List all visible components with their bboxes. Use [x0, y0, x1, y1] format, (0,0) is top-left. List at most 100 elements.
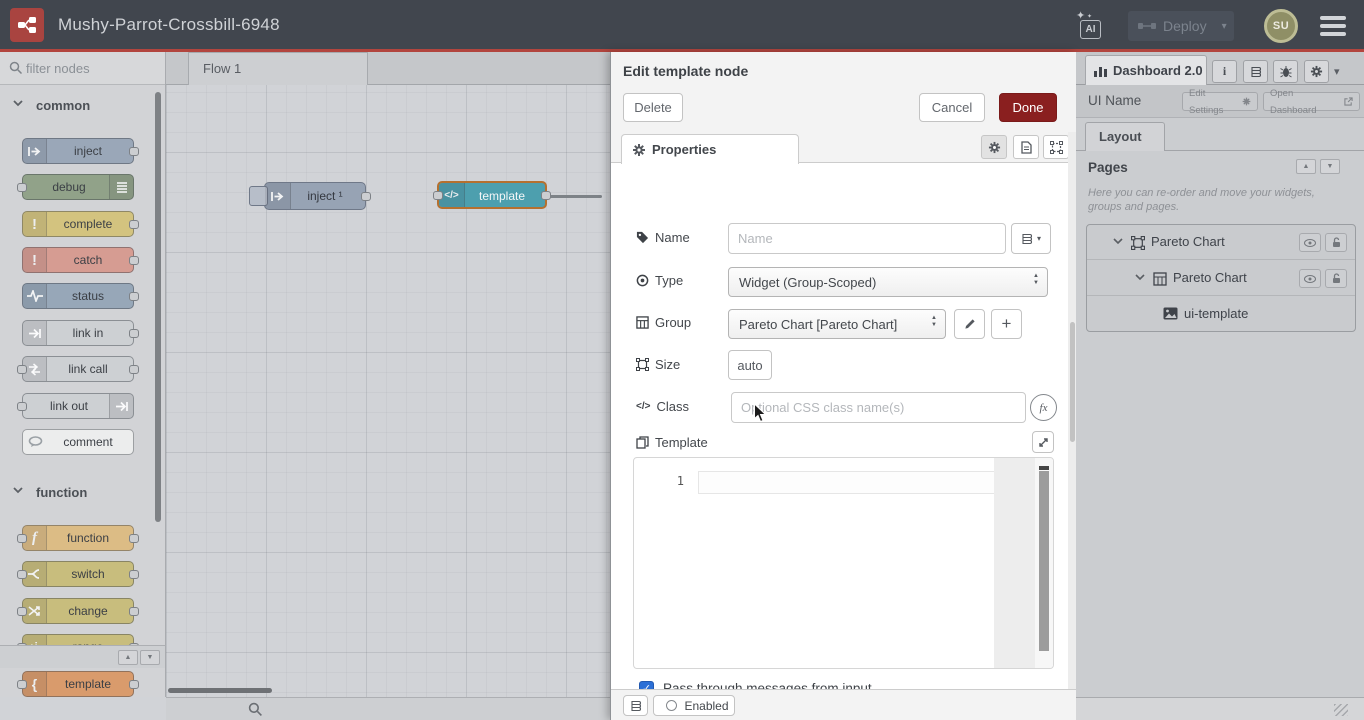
- appearance-view-button[interactable]: [1043, 135, 1069, 159]
- size-button[interactable]: auto: [728, 350, 772, 380]
- palette-node-function[interactable]: f function: [22, 525, 134, 551]
- edit-settings-button[interactable]: Edit Settings: [1182, 92, 1258, 111]
- output-port[interactable]: [129, 256, 139, 265]
- edit-group-button[interactable]: [954, 309, 985, 339]
- tree-row-widget[interactable]: ui-template: [1087, 297, 1355, 332]
- input-port[interactable]: [433, 191, 443, 200]
- output-port[interactable]: [129, 534, 139, 543]
- group-field-label: Group: [636, 315, 691, 330]
- info-tab-button[interactable]: i: [1212, 60, 1237, 83]
- canvas-node-ui-template[interactable]: </> template: [437, 181, 547, 209]
- config-tab-button[interactable]: [1304, 60, 1329, 83]
- expand-editor-button[interactable]: [1032, 431, 1054, 453]
- output-port[interactable]: [129, 329, 139, 338]
- name-input[interactable]: [728, 223, 1006, 254]
- label-options-button[interactable]: ▾: [1011, 223, 1051, 254]
- tab-flow-1[interactable]: Flow 1: [188, 52, 368, 85]
- expand-all-icon[interactable]: ▼: [140, 650, 160, 665]
- tab-properties[interactable]: Properties: [621, 134, 799, 164]
- palette-node-inject[interactable]: inject: [22, 138, 134, 164]
- tab-layout[interactable]: Layout: [1085, 122, 1165, 151]
- inject-icon: [265, 183, 291, 209]
- chevron-down-icon[interactable]: [1135, 274, 1145, 281]
- search-flows-icon[interactable]: [248, 702, 263, 717]
- output-port[interactable]: [129, 680, 139, 689]
- help-tab-button[interactable]: [1243, 60, 1268, 83]
- canvas-node-inject[interactable]: inject ¹: [264, 182, 366, 210]
- palette-node-comment[interactable]: comment: [22, 429, 134, 455]
- move-down-icon[interactable]: ▼: [1320, 159, 1340, 174]
- open-dashboard-button[interactable]: Open Dashboard: [1263, 92, 1360, 111]
- input-port[interactable]: [17, 402, 27, 411]
- lock-button[interactable]: [1325, 269, 1347, 288]
- visibility-button[interactable]: [1299, 233, 1321, 252]
- chevron-down-icon[interactable]: [1113, 238, 1123, 245]
- canvas-horizontal-scrollbar[interactable]: [168, 688, 272, 693]
- collapse-all-icon[interactable]: ▲: [118, 650, 138, 665]
- lock-button[interactable]: [1325, 233, 1347, 252]
- palette-node-catch[interactable]: ! catch: [22, 247, 134, 273]
- output-port[interactable]: [129, 570, 139, 579]
- tray-scrollbar-thumb[interactable]: [1070, 322, 1075, 442]
- palette-node-change[interactable]: change: [22, 598, 134, 624]
- resize-grip[interactable]: [1334, 704, 1348, 716]
- palette-category-function[interactable]: function: [0, 482, 160, 504]
- output-port[interactable]: [129, 147, 139, 156]
- visibility-button[interactable]: [1299, 269, 1321, 288]
- output-port[interactable]: [129, 220, 139, 229]
- flow-workspace[interactable]: inject ¹ </> template: [166, 52, 610, 697]
- palette-node-link-in[interactable]: link in: [22, 320, 134, 346]
- output-port[interactable]: [129, 292, 139, 301]
- delete-button[interactable]: Delete: [623, 93, 683, 122]
- input-port[interactable]: [17, 570, 27, 579]
- sidebar-menu-caret-icon[interactable]: ▾: [1334, 65, 1340, 78]
- output-port[interactable]: [541, 191, 551, 200]
- filter-nodes-input[interactable]: [26, 56, 158, 80]
- editor-scrollbar-thumb[interactable]: [1039, 471, 1049, 651]
- fx-button[interactable]: fx: [1030, 394, 1057, 421]
- add-group-button[interactable]: +: [991, 309, 1022, 339]
- input-port[interactable]: [17, 607, 27, 616]
- description-view-button[interactable]: [1013, 135, 1039, 159]
- palette-node-status[interactable]: status: [22, 283, 134, 309]
- type-select[interactable]: Widget (Group-Scoped) ▲▼: [728, 267, 1048, 297]
- main-menu-icon[interactable]: [1320, 15, 1346, 37]
- done-button[interactable]: Done: [999, 93, 1057, 122]
- enabled-toggle-button[interactable]: Enabled: [653, 695, 735, 716]
- gear-icon: [1310, 65, 1323, 78]
- external-link-icon: [1344, 97, 1353, 106]
- tree-row-page[interactable]: Pareto Chart: [1087, 225, 1355, 260]
- output-port[interactable]: [129, 365, 139, 374]
- palette-node-link-out[interactable]: link out: [22, 393, 134, 419]
- tree-row-group[interactable]: Pareto Chart: [1087, 261, 1355, 296]
- template-code-editor[interactable]: 1: [633, 457, 1054, 669]
- palette-node-debug[interactable]: debug: [22, 174, 134, 200]
- palette-scrollbar[interactable]: [155, 92, 161, 522]
- class-input[interactable]: [731, 392, 1026, 423]
- deploy-button[interactable]: Deploy ▾: [1128, 11, 1234, 41]
- palette-category-common[interactable]: common: [0, 95, 160, 117]
- palette-node-complete[interactable]: ! complete: [22, 211, 134, 237]
- palette-node-switch[interactable]: switch: [22, 561, 134, 587]
- input-port[interactable]: [17, 183, 27, 192]
- move-up-icon[interactable]: ▲: [1296, 159, 1316, 174]
- input-port[interactable]: [17, 680, 27, 689]
- docs-button[interactable]: [623, 695, 648, 716]
- palette-node-template[interactable]: { template: [22, 671, 134, 697]
- tab-dashboard-2[interactable]: Dashboard 2.0: [1085, 55, 1207, 85]
- editor-current-line[interactable]: [698, 471, 996, 494]
- ai-assistant-icon[interactable]: ✦ ✦ AI: [1076, 12, 1106, 42]
- input-port[interactable]: [17, 365, 27, 374]
- output-port[interactable]: [129, 607, 139, 616]
- cancel-button[interactable]: Cancel: [919, 93, 985, 122]
- user-avatar[interactable]: SU: [1264, 9, 1298, 43]
- node-red-logo-icon[interactable]: [10, 8, 44, 42]
- properties-view-button[interactable]: [981, 135, 1007, 159]
- debug-tab-button[interactable]: [1273, 60, 1298, 83]
- output-port[interactable]: [361, 192, 371, 201]
- deploy-caret-icon[interactable]: ▾: [1222, 21, 1227, 32]
- input-port[interactable]: [17, 534, 27, 543]
- group-select[interactable]: Pareto Chart [Pareto Chart] ▲▼: [728, 309, 946, 339]
- palette-node-link-call[interactable]: link call: [22, 356, 134, 382]
- editor-scrollbar[interactable]: [1035, 458, 1053, 669]
